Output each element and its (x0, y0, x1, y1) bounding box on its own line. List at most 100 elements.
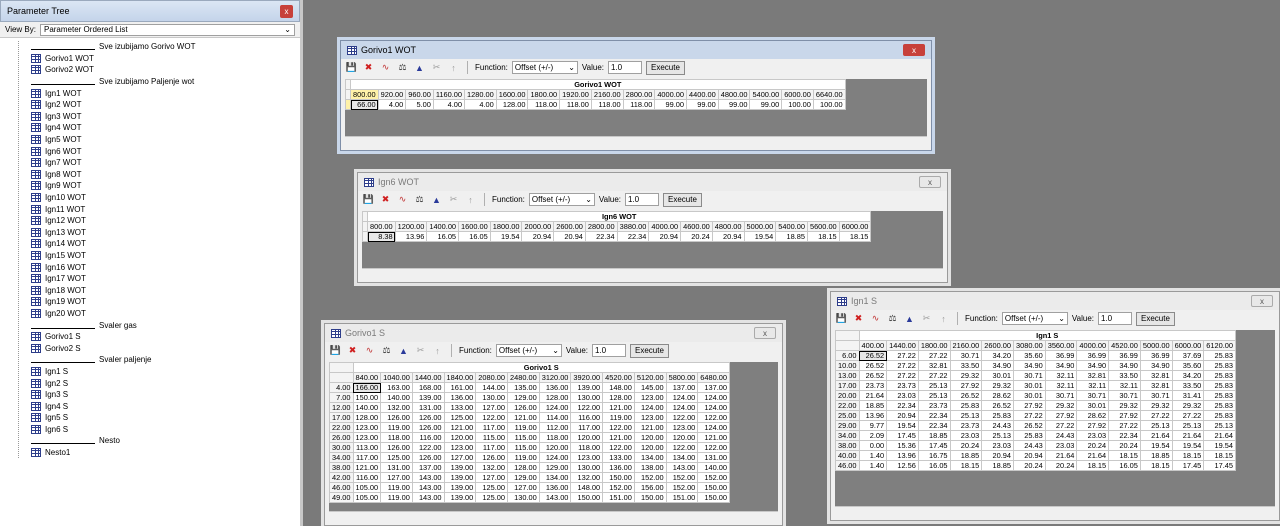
table-cell[interactable]: 125.00 (475, 482, 508, 493)
table-cell[interactable]: 130.00 (475, 392, 508, 403)
y-axis-cell[interactable]: 7.00 (329, 392, 354, 403)
graph-icon[interactable]: ∿ (363, 344, 376, 357)
table-cell[interactable]: 119.00 (602, 412, 635, 423)
table-cell[interactable]: 30.71 (1012, 370, 1046, 381)
value-input[interactable]: 1.0 (1098, 312, 1132, 325)
delete-icon[interactable]: ✖ (346, 344, 359, 357)
table-cell[interactable]: 17.45 (886, 430, 919, 441)
table-cell[interactable]: 100.00 (781, 99, 814, 110)
value-input[interactable]: 1.0 (625, 193, 659, 206)
table-cell[interactable]: 19.54 (886, 420, 919, 431)
table-cell[interactable]: 17.45 (917, 440, 951, 451)
table-cell[interactable]: 123.00 (352, 422, 382, 433)
table-cell[interactable]: 123.00 (633, 392, 667, 403)
cut-icon[interactable]: ✂ (447, 193, 460, 206)
table-cell[interactable]: 122.00 (665, 412, 699, 423)
y-axis-cell[interactable]: 13.00 (835, 370, 860, 381)
table-cell[interactable]: 118.00 (559, 99, 592, 110)
x-axis-cell[interactable]: 1800.00 (917, 340, 951, 351)
value-input[interactable]: 1.0 (608, 61, 642, 74)
x-axis-cell[interactable]: 5000.00 (743, 221, 777, 232)
x-axis-cell[interactable]: 2480.00 (506, 372, 540, 383)
window-close-button[interactable]: x (903, 44, 925, 56)
table-cell[interactable]: 26.52 (949, 390, 983, 401)
table-cell[interactable]: 130.00 (506, 492, 540, 503)
scale-icon[interactable]: ⚖ (380, 344, 393, 357)
table-cell[interactable]: 120.00 (633, 442, 667, 453)
table-cell[interactable]: 139.00 (411, 392, 445, 403)
tree-parameter-item[interactable]: Ign15 WOT (31, 250, 300, 262)
table-cell[interactable]: 30.01 (1012, 380, 1046, 391)
tree-parameter-item[interactable]: Ign4 S (31, 400, 300, 412)
table-cell[interactable]: 27.22 (1171, 410, 1205, 421)
x-axis-cell[interactable]: 1440.00 (886, 340, 919, 351)
tree-separator-item[interactable]: Svaler gas (31, 319, 300, 331)
x-axis-cell[interactable]: 4800.00 (717, 89, 751, 100)
table-cell[interactable]: 115.00 (506, 442, 540, 453)
table-cell[interactable]: 128.00 (352, 412, 382, 423)
table-cell[interactable]: 22.34 (584, 231, 618, 242)
table-cell[interactable]: 105.00 (352, 492, 382, 503)
table-cell[interactable]: 32.11 (1108, 380, 1141, 391)
function-select[interactable]: Offset (+/-) ⌄ (495, 344, 562, 357)
table-cell[interactable]: 121.00 (443, 422, 477, 433)
x-axis-cell[interactable]: 4400.00 (686, 89, 719, 100)
table-cell[interactable]: 25.13 (917, 380, 951, 391)
y-axis-cell[interactable]: 26.00 (329, 432, 354, 443)
table-cell[interactable]: 18.15 (1108, 450, 1141, 461)
table-cell[interactable]: 19.54 (1203, 440, 1237, 451)
x-axis-cell[interactable]: 960.00 (405, 89, 434, 100)
table-cell[interactable]: 134.00 (665, 452, 699, 463)
table-cell[interactable]: 25.13 (1139, 420, 1173, 431)
x-axis-cell[interactable]: 5400.00 (775, 221, 808, 232)
x-axis-cell[interactable]: 2600.00 (981, 340, 1014, 351)
y-axis-cell[interactable]: 29.00 (835, 420, 860, 431)
tree-parameter-item[interactable]: Gorivo1 S (31, 331, 300, 343)
table-cell[interactable]: 117.00 (475, 422, 508, 433)
y-axis-cell[interactable]: 4.00 (329, 382, 354, 393)
table-cell[interactable]: 34.20 (981, 350, 1014, 361)
tree-parameter-item[interactable]: Ign14 WOT (31, 238, 300, 250)
x-axis-cell[interactable]: 5800.00 (665, 372, 699, 383)
table-cell[interactable]: 23.73 (858, 380, 888, 391)
table-cell[interactable]: 36.99 (1076, 350, 1110, 361)
y-axis-cell[interactable]: 6.00 (835, 350, 860, 361)
x-axis-cell[interactable]: 4600.00 (680, 221, 713, 232)
y-axis-cell[interactable]: 40.00 (835, 450, 860, 461)
table-cell[interactable]: 136.00 (538, 382, 572, 393)
table-cell[interactable]: 13.96 (858, 410, 888, 421)
table-cell[interactable]: 123.00 (352, 432, 382, 443)
table-cell[interactable]: 124.00 (697, 402, 731, 413)
tree-separator-item[interactable]: Sve izubijamo Paljenje wot (31, 76, 300, 88)
table-cell[interactable]: 26.52 (981, 400, 1014, 411)
scale-icon[interactable]: ⚖ (396, 61, 409, 74)
table-cell[interactable]: 132.00 (475, 462, 508, 473)
table-cell[interactable]: 130.00 (570, 462, 604, 473)
x-axis-cell[interactable]: 800.00 (350, 89, 379, 100)
table-cell[interactable]: 25.83 (1203, 390, 1237, 401)
tree-parameter-item[interactable]: Ign1 S (31, 366, 300, 378)
table-cell[interactable]: 27.22 (1044, 420, 1078, 431)
x-axis-cell[interactable]: 400.00 (858, 340, 888, 351)
table-cell[interactable]: 21.64 (1203, 430, 1237, 441)
table-cell[interactable]: 138.00 (633, 462, 667, 473)
x-axis-cell[interactable]: 1280.00 (464, 89, 497, 100)
table-cell[interactable]: 32.81 (1076, 370, 1110, 381)
table-cell[interactable]: 128.00 (602, 392, 635, 403)
y-axis-cell[interactable]: 25.00 (835, 410, 860, 421)
table-cell[interactable]: 129.00 (538, 462, 572, 473)
table-cell[interactable]: 125.00 (475, 492, 508, 503)
table-cell[interactable]: 34.90 (1108, 360, 1141, 371)
delete-icon[interactable]: ✖ (852, 312, 865, 325)
delete-icon[interactable]: ✖ (379, 193, 392, 206)
table-cell[interactable]: 124.00 (665, 402, 699, 413)
x-axis-cell[interactable]: 1400.00 (426, 221, 460, 232)
parameter-tree-close-button[interactable]: x (280, 4, 293, 18)
table-cell[interactable]: 4.00 (377, 99, 407, 110)
table-cell[interactable]: 116.00 (411, 432, 445, 443)
table-cell[interactable]: 126.00 (411, 452, 445, 463)
table-cell[interactable]: 123.00 (633, 412, 667, 423)
table-cell[interactable]: 29.32 (1171, 400, 1205, 411)
table-cell[interactable]: 20.94 (553, 231, 586, 242)
table-cell[interactable]: 119.00 (506, 422, 540, 433)
